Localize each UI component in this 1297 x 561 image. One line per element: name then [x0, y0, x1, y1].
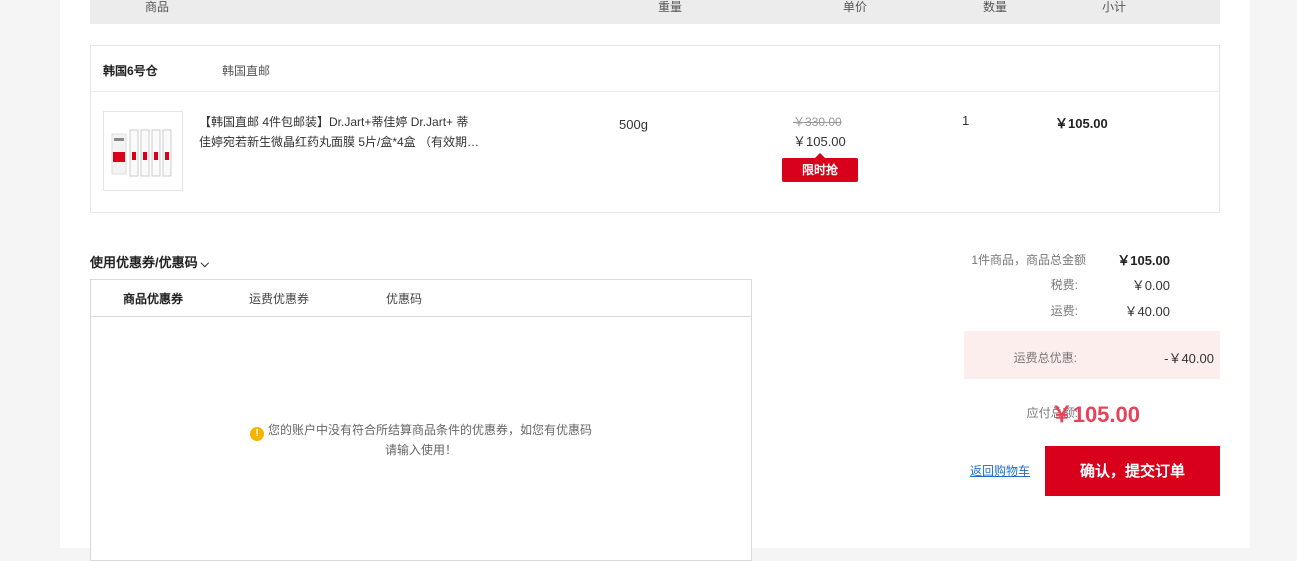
- tab-promo-code[interactable]: 优惠码: [386, 290, 422, 307]
- flash-sale-badge: 限时抢: [782, 153, 858, 182]
- tax-label: 税费:: [1050, 278, 1078, 292]
- items-total-label: 1件商品，商品总金额: [971, 253, 1086, 267]
- back-to-cart-link[interactable]: 返回购物车: [970, 462, 1030, 479]
- coupon-toggle[interactable]: 使用优惠券/优惠码 ⌵: [90, 252, 209, 271]
- header-unit-price: 单价: [843, 0, 868, 14]
- header-subtotal: 小计: [1102, 0, 1127, 14]
- shipping-discount-value: -￥40.00: [1164, 351, 1214, 366]
- product-name-line2: 佳婷宛若新生微晶红药丸面膜 5片/盒*4盒 （有效期…: [199, 135, 480, 149]
- submit-order-button[interactable]: 确认，提交订单: [1045, 446, 1220, 496]
- warehouse-name: 韩国6号仓: [103, 64, 158, 78]
- coupon-title-label: 使用优惠券/优惠码: [90, 255, 198, 270]
- shipping-discount-label: 运费总优惠:: [1013, 351, 1077, 365]
- coupon-empty-message: ! 您的账户中没有符合所结算商品条件的优惠券，如您有优惠码 请输入使用！: [241, 421, 601, 459]
- warning-icon: !: [249, 427, 264, 441]
- shipping-discount-row: 运费总优惠: -￥40.00: [964, 331, 1220, 379]
- header-weight: 重量: [658, 0, 683, 14]
- coupon-panel: 商品优惠券 运费优惠券 优惠码 ! 您的账户中没有符合所结算商品条件的优惠券，如您…: [90, 279, 752, 561]
- items-total-value: ￥105.00: [1117, 253, 1170, 268]
- order-block: 韩国6号仓 韩国直邮 【韩国直邮 4件包邮装】Dr.Jart+蒂佳婷 Dr.Ja…: [90, 45, 1220, 213]
- original-price: ￥330.00: [793, 115, 842, 129]
- coupon-tabs: 商品优惠券 运费优惠券 优惠码: [91, 280, 751, 317]
- coupon-empty-line2: 请输入使用！: [384, 443, 457, 457]
- coupon-empty-line1: 您的账户中没有符合所结算商品条件的优惠券，如您有优惠码: [267, 423, 592, 437]
- warehouse-row: 韩国6号仓 韩国直邮: [91, 46, 1219, 92]
- total-value: ￥105.00: [1050, 402, 1140, 427]
- product-name-line1: 【韩国直邮 4件包邮装】Dr.Jart+蒂佳婷 Dr.Jart+ 蒂: [199, 115, 469, 129]
- product-quantity: 1: [962, 113, 970, 128]
- header-product: 商品: [145, 0, 170, 14]
- checkout-page: 商品 重量 单价 数量 小计 韩国6号仓 韩国直邮 【韩国直邮 4件包邮装】Dr…: [60, 0, 1250, 561]
- product-weight: 500g: [619, 117, 648, 132]
- tab-shipping-coupon[interactable]: 运费优惠券: [249, 290, 309, 307]
- warehouse-type: 韩国直邮: [222, 64, 271, 78]
- product-name[interactable]: 【韩国直邮 4件包邮装】Dr.Jart+蒂佳婷 Dr.Jart+ 蒂 佳婷宛若新…: [199, 112, 499, 152]
- shipping-label: 运费:: [1050, 304, 1078, 318]
- tax-value: ￥0.00: [1131, 278, 1170, 293]
- order-table-header: 商品 重量 单价 数量 小计: [90, 0, 1220, 24]
- product-subtotal: ￥105.00: [1055, 116, 1108, 131]
- current-price: ￥105.00: [793, 134, 846, 149]
- chevron-down-icon: ⌵: [200, 258, 209, 270]
- tab-product-coupon[interactable]: 商品优惠券: [123, 290, 183, 307]
- header-quantity: 数量: [983, 0, 1008, 14]
- product-thumbnail[interactable]: [103, 111, 183, 191]
- product-image-icon: [111, 129, 172, 177]
- shipping-value: ￥40.00: [1124, 304, 1170, 319]
